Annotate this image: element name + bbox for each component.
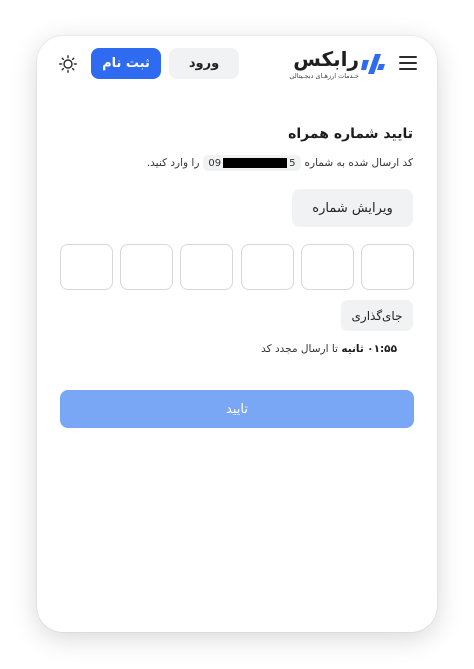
resend-timer: ۰۱:۵۵ ثانیه تا ارسال مجدد کد: [261, 343, 397, 355]
sun-icon[interactable]: [59, 55, 77, 73]
phone-verification-card: رابکس خـدمات ارزهـای دیجـیتالی ورود ثبت …: [37, 36, 437, 632]
timer-value: ۰۱:۵۵: [367, 343, 397, 355]
signup-button[interactable]: ثبت نام: [91, 48, 161, 79]
otp-digit-input[interactable]: [120, 244, 174, 290]
logo-tagline: خـدمات ارزهـای دیجـیتالی: [289, 72, 359, 80]
otp-digit-input[interactable]: [300, 244, 354, 290]
otp-digit-input[interactable]: [180, 244, 234, 290]
login-button[interactable]: ورود: [169, 48, 239, 79]
phone-end-digit: 5: [289, 157, 296, 169]
code-sent-message: کد ارسال شده به شماره 09 5 را وارد کنید.: [147, 155, 413, 171]
masked-phone-number: 09 5: [203, 155, 301, 171]
confirm-button[interactable]: تایید: [60, 390, 414, 428]
logo-mark-icon: [361, 54, 385, 74]
edit-phone-button[interactable]: ویرایش شماره: [292, 189, 413, 227]
paste-code-button[interactable]: جای‌گذاری: [341, 300, 413, 331]
logo-name: رابکس: [293, 47, 359, 71]
code-sent-prefix: کد ارسال شده به شماره: [304, 157, 413, 169]
code-sent-suffix: را وارد کنید.: [146, 157, 200, 169]
page-background: رابکس خـدمات ارزهـای دیجـیتالی ورود ثبت …: [0, 0, 474, 669]
timer-unit: ثانیه: [341, 343, 364, 355]
otp-input-group: [60, 244, 414, 290]
timer-suffix: تا ارسال مجدد کد: [261, 343, 338, 355]
top-bar: رابکس خـدمات ارزهـای دیجـیتالی ورود ثبت …: [37, 36, 437, 94]
otp-digit-input[interactable]: [360, 244, 414, 290]
phone-redaction-bar: [223, 158, 288, 168]
hamburger-menu-icon[interactable]: [399, 55, 417, 71]
otp-digit-input[interactable]: [60, 244, 113, 290]
otp-digit-input[interactable]: [240, 244, 294, 290]
phone-start-digits: 09: [208, 157, 222, 169]
brand-logo[interactable]: رابکس خـدمات ارزهـای دیجـیتالی: [260, 47, 385, 82]
page-title: تایید شماره همراه: [288, 126, 413, 142]
